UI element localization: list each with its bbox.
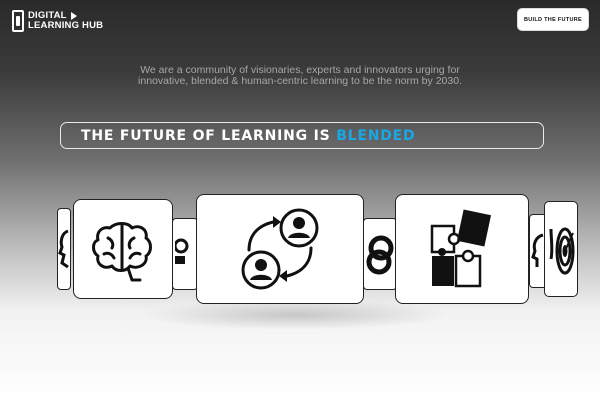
build-the-future-button[interactable]: BUILD THE FUTURE <box>518 9 588 30</box>
tagline: We are a community of visionaries, exper… <box>138 64 462 87</box>
book-play-logo-icon <box>12 10 24 32</box>
partial-head-icon <box>531 233 544 267</box>
carousel-shadow <box>140 300 450 330</box>
logo-line-2: LEARNING HUB <box>28 20 104 31</box>
carousel-card-partial-figure[interactable] <box>172 218 198 290</box>
carousel-card-rings[interactable] <box>363 218 397 290</box>
brain-icon <box>92 222 152 282</box>
exchange-people-icon <box>241 208 319 290</box>
carousel-card-head[interactable] <box>57 208 71 290</box>
carousel-card-brain[interactable] <box>73 199 173 299</box>
header: DIGITAL LEARNING HUB BUILD THE FUTURE <box>0 0 600 40</box>
rings-icon <box>366 235 394 275</box>
headline-accent: BLENDED <box>336 127 416 144</box>
headline: THE FUTURE OF LEARNING IS BLENDED <box>81 128 415 144</box>
headline-prefix: THE FUTURE OF LEARNING IS <box>81 127 337 144</box>
puzzle-icon <box>430 209 492 288</box>
head-icon <box>58 229 69 269</box>
carousel-card-exchange[interactable] <box>196 194 364 304</box>
carousel-card-target[interactable] <box>544 201 578 297</box>
target-icon <box>549 227 575 275</box>
headline-box: THE FUTURE OF LEARNING IS BLENDED <box>60 122 544 149</box>
logo-text: DIGITAL LEARNING HUB <box>28 11 103 31</box>
carousel-card-puzzle[interactable] <box>395 194 529 304</box>
logo[interactable]: DIGITAL LEARNING HUB <box>12 10 103 32</box>
partial-figure-icon <box>175 238 189 264</box>
play-icon <box>70 12 77 20</box>
